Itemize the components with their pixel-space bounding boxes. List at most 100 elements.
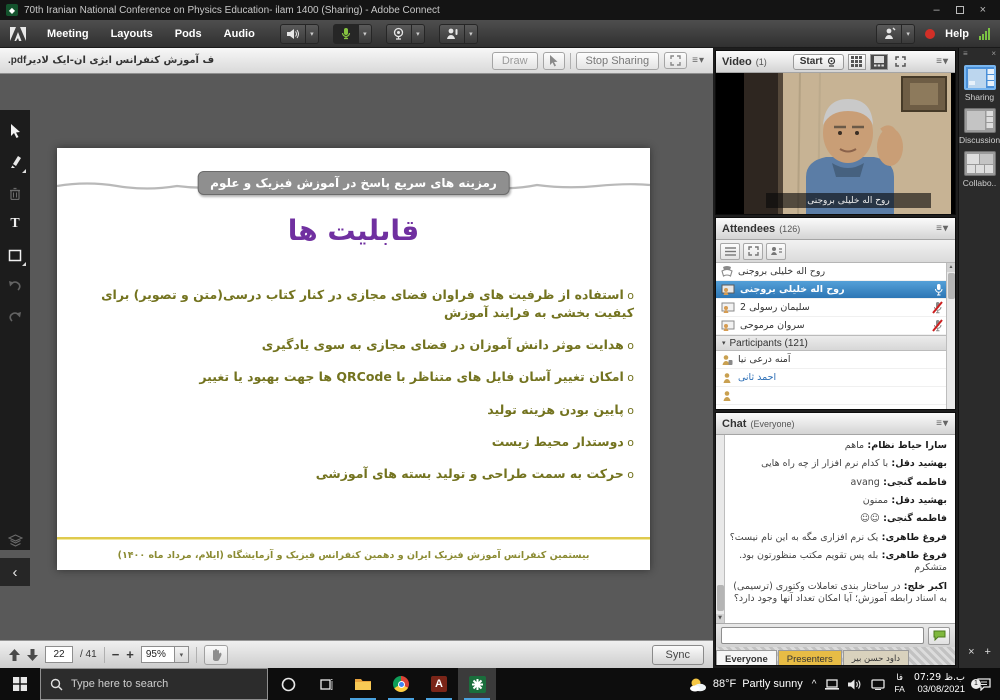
cortana-button[interactable] xyxy=(268,668,308,700)
layers-icon[interactable] xyxy=(6,532,24,550)
layout-thumb-collaboration[interactable] xyxy=(964,151,996,176)
scroll-up-icon[interactable]: ▲ xyxy=(947,263,955,272)
microphone-button[interactable] xyxy=(333,24,359,44)
connection-signal-icon[interactable] xyxy=(979,28,990,40)
start-webcam-button[interactable]: Start xyxy=(793,54,844,70)
start-button[interactable] xyxy=(0,668,40,700)
menu-meeting[interactable]: Meeting xyxy=(36,20,100,47)
attendees-pod-menu-icon[interactable]: ≡▾ xyxy=(936,223,949,234)
pointer-tool-button[interactable] xyxy=(543,52,565,70)
webcam-button[interactable] xyxy=(386,24,412,44)
raise-hand-dropdown[interactable]: ▾ xyxy=(465,24,478,44)
active-speaker-row[interactable]: روح اله خلیلی بروجنی xyxy=(716,263,955,281)
minimize-icon[interactable]: – xyxy=(933,5,939,15)
adobe-connect-app-icon: ◆ xyxy=(6,4,18,16)
chrome-button[interactable] xyxy=(382,668,420,700)
shape-tool[interactable] xyxy=(6,246,24,264)
microphone-dropdown[interactable]: ▾ xyxy=(359,24,372,44)
menu-audio[interactable]: Audio xyxy=(213,20,266,47)
filmstrip-view-button[interactable] xyxy=(870,54,888,70)
tray-chevron-icon[interactable]: ^ xyxy=(812,679,817,690)
chat-scope: (Everyone) xyxy=(750,419,794,429)
notification-center-button[interactable]: 1 xyxy=(974,678,994,691)
menu-pods[interactable]: Pods xyxy=(164,20,213,47)
delete-tool[interactable] xyxy=(6,184,24,202)
draw-button[interactable]: Draw xyxy=(492,52,538,70)
chat-tab-everyone[interactable]: Everyone xyxy=(716,650,777,666)
add-tab-icon[interactable]: + xyxy=(985,646,991,658)
language-indicator[interactable]: فا FA xyxy=(894,673,904,694)
raise-hand-button[interactable] xyxy=(439,24,465,44)
attendee-row-selected[interactable]: روح اله خلیلی بروجنی xyxy=(716,281,955,299)
layouts-menu-icon[interactable]: ≡ xyxy=(963,49,968,58)
attendee-list-view-button[interactable] xyxy=(720,243,740,260)
zoom-in-button[interactable]: + xyxy=(126,647,134,662)
layouts-close-icon[interactable]: × xyxy=(991,49,996,58)
text-tool[interactable]: T xyxy=(6,215,24,233)
layout-thumb-discussion[interactable] xyxy=(964,108,996,133)
share-pod-menu-icon[interactable]: ≡▾ xyxy=(692,55,705,66)
tray-device-icon[interactable] xyxy=(825,679,839,690)
selection-arrow-tool[interactable] xyxy=(6,122,24,140)
chat-pod-menu-icon[interactable]: ≡▾ xyxy=(936,418,949,429)
weather-widget[interactable]: 88°F Partly sunny xyxy=(689,677,803,692)
grid-view-button[interactable] xyxy=(848,54,866,70)
chat-scrollbar[interactable]: ▼ xyxy=(716,435,725,623)
scrollbar-thumb[interactable] xyxy=(948,273,955,299)
task-view-button[interactable] xyxy=(308,668,344,700)
webcam-icon xyxy=(392,27,405,40)
pan-tool-button[interactable] xyxy=(204,645,228,665)
attendee-row[interactable]: احمد ثانی xyxy=(716,369,955,387)
sync-button[interactable]: Sync xyxy=(652,645,704,665)
adobe-logo-icon xyxy=(8,24,28,44)
close-tab-icon[interactable]: × xyxy=(968,646,974,658)
attendees-scrollbar[interactable]: ▲ xyxy=(946,263,955,409)
chat-tab-private[interactable]: داود حسن بیر xyxy=(843,650,909,666)
zoom-out-button[interactable]: − xyxy=(112,647,120,662)
send-message-button[interactable] xyxy=(928,627,950,645)
attendee-row[interactable]: سلیمان رسولی 2 xyxy=(716,299,955,317)
file-explorer-button[interactable] xyxy=(344,668,382,700)
redo-icon[interactable] xyxy=(6,308,24,326)
close-icon[interactable]: × xyxy=(980,5,986,15)
status-button[interactable] xyxy=(876,24,902,44)
tray-speaker-icon[interactable] xyxy=(848,679,862,690)
attendee-status-view-button[interactable] xyxy=(766,243,786,260)
menu-layouts[interactable]: Layouts xyxy=(100,20,164,47)
chat-tab-presenters[interactable]: Presenters xyxy=(778,650,842,666)
fullscreen-button[interactable] xyxy=(664,52,687,69)
layout-label-sharing: Sharing xyxy=(965,92,994,102)
adobe-connect-taskbar-button[interactable] xyxy=(458,668,496,700)
stop-sharing-button[interactable]: Stop Sharing xyxy=(576,52,660,70)
webcam-dropdown[interactable]: ▾ xyxy=(412,24,425,44)
slide-bullet-list: استفاده از ظرفیت های فراوان فضای مجازی د… xyxy=(73,286,634,497)
collapse-palette-button[interactable]: ‹ xyxy=(0,558,30,586)
taskbar-search-box[interactable]: Type here to search xyxy=(40,668,268,700)
video-fullscreen-button[interactable] xyxy=(892,54,910,70)
maximize-icon[interactable] xyxy=(956,6,964,14)
taskbar-clock[interactable]: 07:29 ب.ظ 03/08/2021 xyxy=(914,672,965,697)
attendee-row[interactable]: سروان مرموحی xyxy=(716,317,955,335)
page-number-input[interactable]: 22 xyxy=(45,646,73,663)
participants-section-header[interactable]: ▾ Participants (121) xyxy=(716,335,955,351)
zoom-level-select[interactable]: 95% ▾ xyxy=(141,646,189,663)
undo-icon[interactable] xyxy=(6,277,24,295)
status-dropdown[interactable]: ▾ xyxy=(902,24,915,44)
attendee-grid-view-button[interactable] xyxy=(743,243,763,260)
scroll-down-icon[interactable]: ▼ xyxy=(716,614,724,623)
tray-network-icon[interactable] xyxy=(871,679,885,690)
host-icon xyxy=(721,302,735,314)
attendee-row-partial[interactable] xyxy=(716,387,955,405)
video-pod-menu-icon[interactable]: ≡▾ xyxy=(936,56,949,67)
host-icon xyxy=(721,320,735,332)
chat-message-input[interactable] xyxy=(721,627,924,644)
page-down-button[interactable] xyxy=(27,649,38,661)
access-button[interactable]: A xyxy=(420,668,458,700)
help-link[interactable]: Help xyxy=(945,28,969,40)
attendee-row[interactable]: آمنه درعی نیا xyxy=(716,351,955,369)
speaker-dropdown[interactable]: ▾ xyxy=(306,24,319,44)
marker-tool[interactable] xyxy=(6,153,24,171)
speaker-button[interactable] xyxy=(280,24,306,44)
layout-thumb-sharing[interactable] xyxy=(964,65,996,90)
page-up-button[interactable] xyxy=(9,649,20,661)
